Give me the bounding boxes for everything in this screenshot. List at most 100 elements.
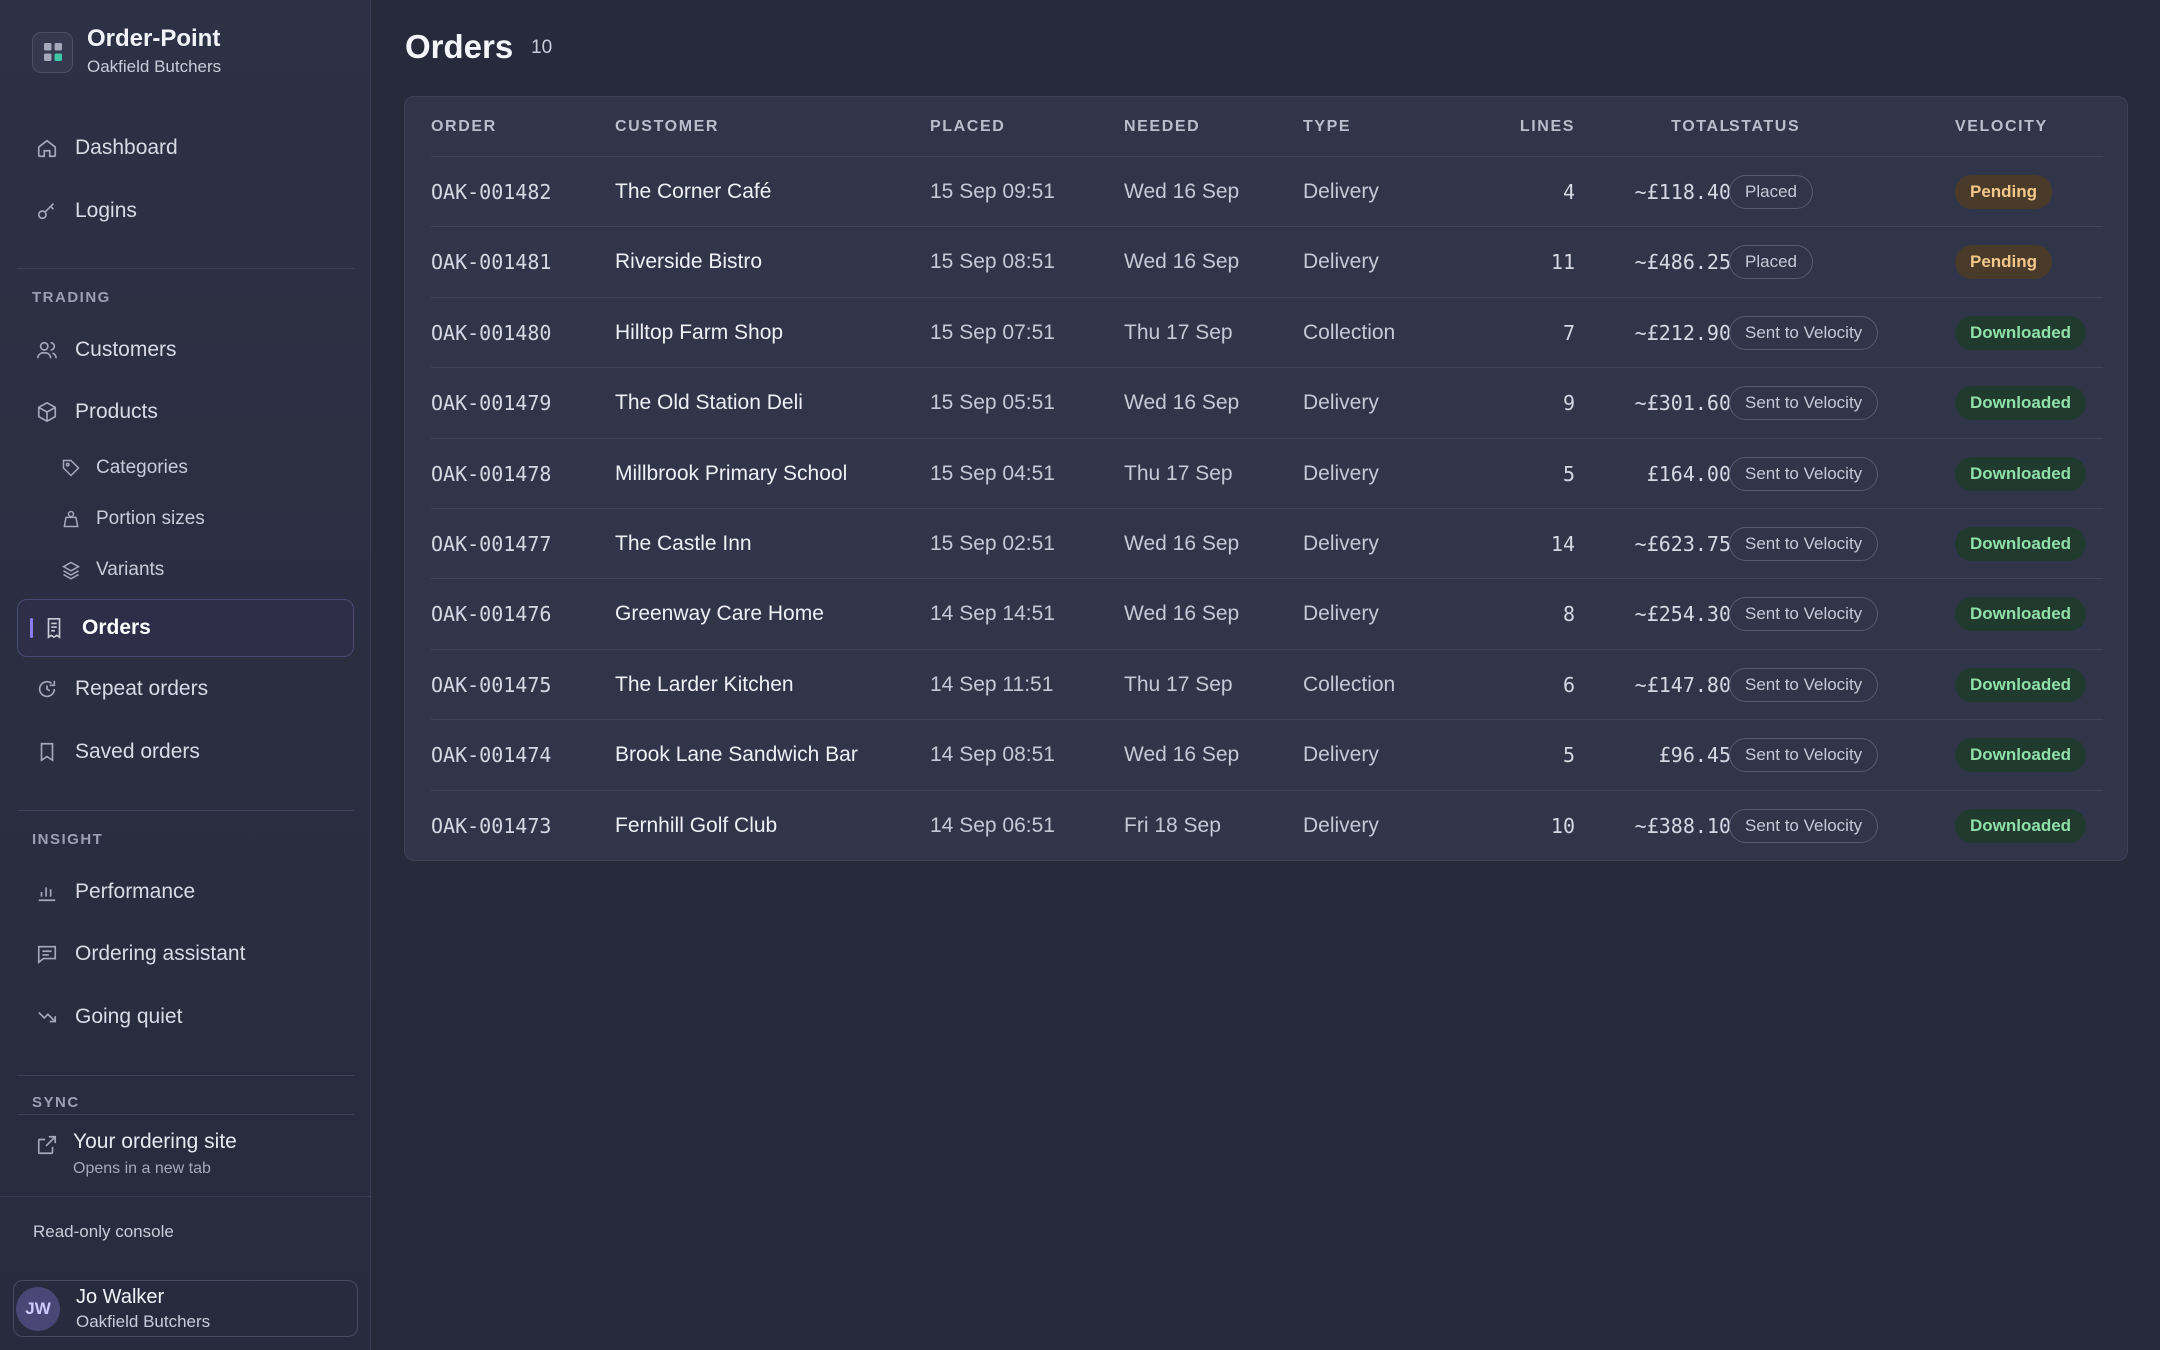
- placed-date: 14 Sep 14:51: [930, 602, 1055, 626]
- nav-variants[interactable]: Variants: [60, 550, 164, 590]
- nav-orders[interactable]: Orders: [17, 599, 354, 657]
- bar-chart-icon: [35, 880, 59, 904]
- nav-ordering-assistant[interactable]: Ordering assistant: [17, 925, 354, 983]
- table-row[interactable]: OAK-001480 Hilltop Farm Shop 15 Sep 07:51 T…: [431, 296, 2103, 368]
- order-count-badge: 10: [531, 37, 553, 58]
- column-header-needed[interactable]: NEEDED: [1124, 118, 1200, 136]
- order-number[interactable]: OAK-001481: [431, 227, 551, 297]
- customer-name: The Larder Kitchen: [615, 672, 794, 696]
- divider: [0, 1196, 371, 1197]
- nav-portion-sizes[interactable]: Portion sizes: [60, 499, 205, 539]
- status-badge: Sent to Velocity: [1729, 315, 1879, 350]
- divider: [17, 810, 354, 811]
- column-header-customer[interactable]: CUSTOMER: [615, 118, 719, 136]
- nav-label: Categories: [96, 457, 188, 478]
- nav-categories[interactable]: Categories: [60, 448, 188, 488]
- table-row[interactable]: OAK-001477 The Castle Inn 15 Sep 02:51 Wed …: [431, 508, 2103, 578]
- column-header-total[interactable]: TOTAL: [1605, 118, 1731, 136]
- order-total: ~£301.60: [1634, 391, 1731, 416]
- placed-date: 14 Sep 11:51: [930, 672, 1054, 696]
- velocity-badge: Downloaded: [1955, 315, 2087, 350]
- customer-name: Riverside Bistro: [615, 250, 763, 274]
- status-badge: Placed: [1729, 175, 1813, 209]
- status-cell: Sent to Velocity: [1729, 791, 1879, 861]
- status-cell: Placed: [1729, 227, 1813, 297]
- line-count: 9: [1562, 391, 1575, 416]
- status-cell: Sent to Velocity: [1729, 650, 1879, 720]
- ordering-site-title: Your ordering site: [73, 1130, 237, 1153]
- needed-date: Wed 16 Sep: [1124, 532, 1240, 555]
- order-type: Delivery: [1303, 250, 1379, 274]
- status-badge: Sent to Velocity: [1729, 597, 1879, 632]
- table-row[interactable]: OAK-001474 Brook Lane Sandwich Bar 14 Sep …: [431, 719, 2103, 789]
- table-row[interactable]: OAK-001481 Riverside Bistro 15 Sep 08:51 We…: [431, 226, 2103, 296]
- nav-performance[interactable]: Performance: [17, 863, 354, 921]
- line-count: 10: [1550, 813, 1575, 838]
- order-number[interactable]: OAK-001480: [431, 298, 551, 368]
- brand-subtitle: Oakfield Butchers: [87, 57, 222, 76]
- column-header-velocity[interactable]: VELOCITY: [1955, 118, 2048, 136]
- line-count: 5: [1562, 461, 1575, 486]
- order-number[interactable]: OAK-001479: [431, 368, 551, 438]
- nav-going-quiet[interactable]: Going quiet: [17, 988, 354, 1046]
- order-total: ~£623.75: [1634, 532, 1731, 556]
- velocity-cell: Pending: [1955, 227, 2053, 297]
- table-row[interactable]: OAK-001479 The Old Station Deli 15 Sep 05:…: [431, 367, 2103, 437]
- order-number[interactable]: OAK-001473: [431, 791, 551, 861]
- nav-label: Orders: [82, 616, 151, 639]
- order-number[interactable]: OAK-001475: [431, 650, 551, 720]
- user-menu[interactable]: JW Jo Walker Oakfield Butchers: [13, 1280, 358, 1337]
- status-cell: Placed: [1729, 157, 1813, 227]
- brand[interactable]: Order-Point Oakfield Butchers: [32, 24, 221, 80]
- order-number[interactable]: OAK-001477: [431, 509, 551, 579]
- column-header-status[interactable]: STATUS: [1729, 118, 1800, 136]
- nav-logins[interactable]: Logins: [17, 182, 354, 240]
- order-total: ~£147.80: [1634, 672, 1731, 697]
- velocity-badge: Downloaded: [1955, 527, 2087, 561]
- brand-name: Order-Point: [87, 25, 221, 52]
- status-badge: Sent to Velocity: [1729, 456, 1879, 491]
- table-row[interactable]: OAK-001476 Greenway Care Home 14 Sep 14:51…: [431, 578, 2103, 648]
- nav-label: Logins: [75, 199, 137, 222]
- status-cell: Sent to Velocity: [1729, 368, 1879, 438]
- needed-date: Thu 17 Sep: [1124, 672, 1233, 696]
- nav-label: Saved orders: [75, 740, 200, 763]
- order-number[interactable]: OAK-001474: [431, 720, 551, 790]
- nav-customers[interactable]: Customers: [17, 321, 354, 379]
- placed-date: 14 Sep 06:51: [930, 813, 1055, 837]
- velocity-badge: Downloaded: [1955, 738, 2087, 773]
- column-header-lines[interactable]: LINES: [1465, 118, 1575, 136]
- order-type: Collection: [1303, 320, 1396, 344]
- line-count: 5: [1562, 743, 1575, 768]
- table-row[interactable]: OAK-001475 The Larder Kitchen 14 Sep 11:51…: [431, 648, 2103, 720]
- order-number[interactable]: OAK-001476: [431, 579, 551, 649]
- column-header-placed[interactable]: PLACED: [930, 118, 1005, 136]
- nav-products[interactable]: Products: [17, 383, 354, 441]
- column-header-type[interactable]: TYPE: [1303, 118, 1351, 136]
- table-row[interactable]: OAK-001473 Fernhill Golf Club 14 Sep 06:51…: [431, 789, 2103, 861]
- customer-name: Millbrook Primary School: [615, 461, 848, 485]
- column-header-order[interactable]: ORDER: [431, 118, 497, 136]
- order-number[interactable]: OAK-001478: [431, 439, 551, 509]
- nav-dashboard[interactable]: Dashboard: [17, 119, 354, 177]
- order-type: Delivery: [1303, 813, 1379, 837]
- key-icon: [35, 199, 59, 223]
- velocity-badge: Downloaded: [1955, 456, 2087, 491]
- needed-date: Wed 16 Sep: [1124, 250, 1240, 274]
- repeat-icon: [35, 677, 59, 701]
- layers-icon: [60, 559, 82, 581]
- nav-repeat-orders[interactable]: Repeat orders: [17, 660, 354, 718]
- page-title: Orders: [405, 28, 514, 65]
- ordering-site-link[interactable]: Your ordering site Opens in a new tab: [17, 1114, 354, 1190]
- orders-table: ORDER CUSTOMER PLACED NEEDED TYPE LINES …: [404, 96, 2128, 861]
- order-number[interactable]: OAK-001482: [431, 157, 551, 227]
- status-cell: Sent to Velocity: [1729, 509, 1879, 579]
- nav-saved-orders[interactable]: Saved orders: [17, 723, 354, 781]
- velocity-badge: Pending: [1955, 175, 2053, 209]
- needed-date: Thu 17 Sep: [1124, 320, 1233, 344]
- velocity-cell: Pending: [1955, 157, 2053, 227]
- table-row[interactable]: OAK-001478 Millbrook Primary School 15 Sep…: [431, 437, 2103, 509]
- table-row[interactable]: OAK-001482 The Corner Café 15 Sep 09:51 Wed…: [431, 156, 2103, 226]
- users-icon: [35, 338, 59, 362]
- needed-date: Wed 16 Sep: [1124, 743, 1240, 767]
